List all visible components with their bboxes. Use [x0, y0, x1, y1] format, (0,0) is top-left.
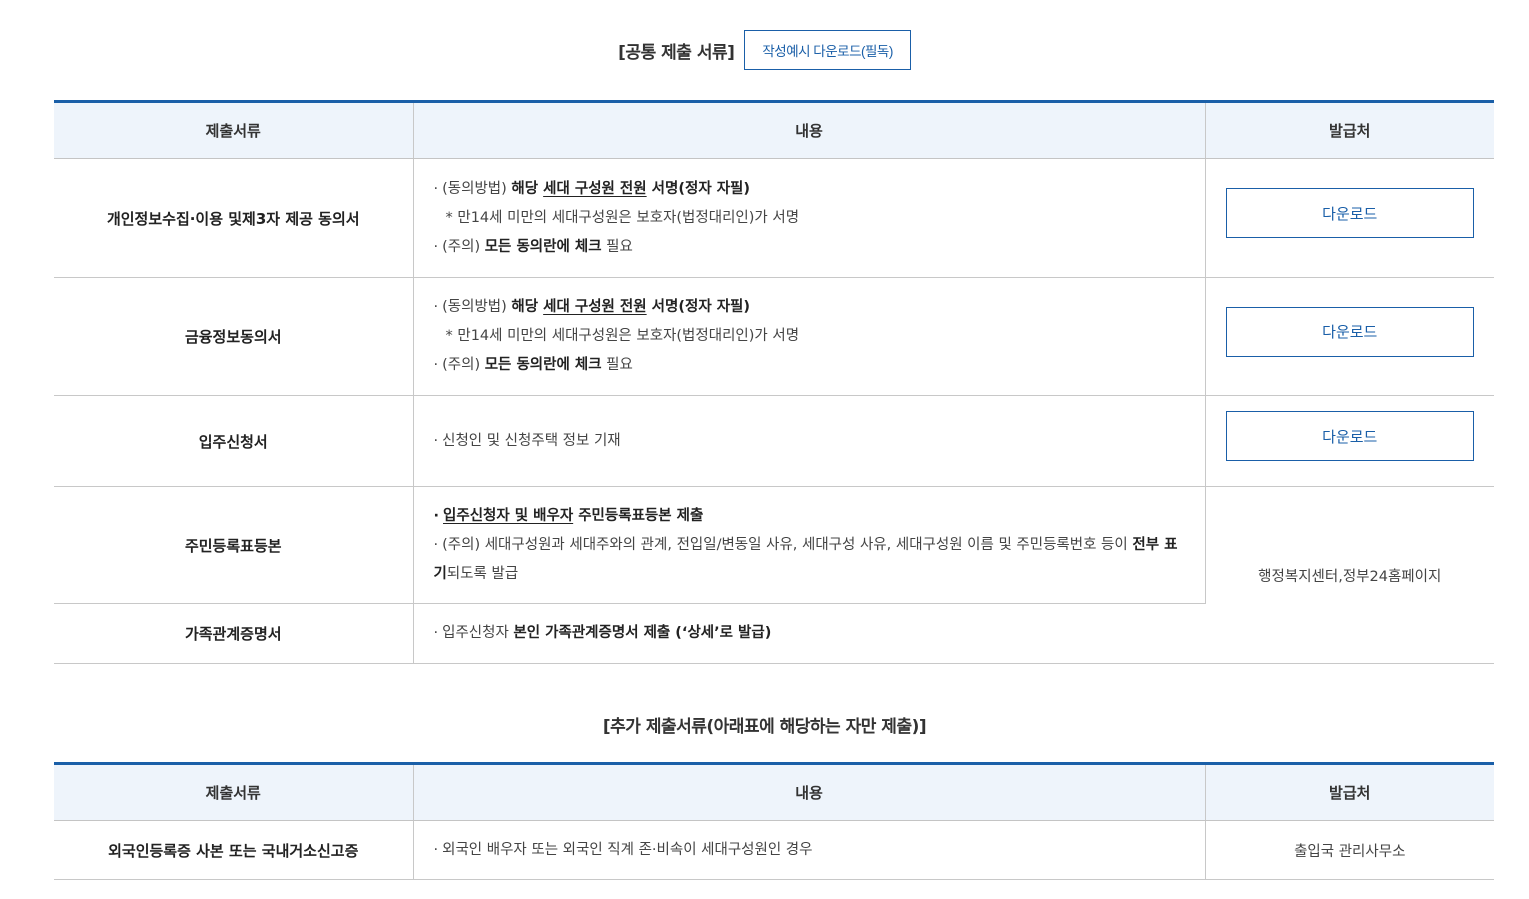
doc-name: 개인정보수집·이용 및제3자 제공 동의서	[54, 158, 414, 278]
issuer-cell: 다운로드	[1205, 395, 1494, 487]
doc-content: · 외국인 배우자 또는 외국인 직계 존·비속이 세대구성원인 경우	[413, 820, 1206, 880]
additional-docs-header: [추가 제출서류(아래표에 해당하는 자만 제출)]	[0, 712, 1529, 737]
download-button[interactable]: 다운로드	[1225, 411, 1474, 461]
doc-content: · (동의방법) 해당 세대 구성원 전원 서명(정자 자필) * 만14세 미만…	[413, 158, 1206, 278]
table-row: 입주신청서 · 신청인 및 신청주택 정보 기재 다운로드	[54, 395, 1494, 487]
table-header-row: 제출서류 내용 발급처	[54, 100, 1494, 159]
table-row: 외국인등록증 사본 또는 국내거소신고증 · 외국인 배우자 또는 외국인 직계 …	[54, 820, 1494, 880]
col-header-issuer: 발급처	[1205, 762, 1494, 821]
issuer-cell: 다운로드	[1205, 158, 1494, 278]
doc-name: 가족관계증명서	[54, 603, 414, 664]
doc-content: · 입주신청자 본인 가족관계증명서 제출 (‘상세’로 발급)	[413, 603, 1205, 664]
table-row: 금융정보동의서 · (동의방법) 해당 세대 구성원 전원 서명(정자 자필) *…	[54, 277, 1494, 396]
doc-content: · (동의방법) 해당 세대 구성원 전원 서명(정자 자필) * 만14세 미만…	[413, 277, 1206, 396]
issuer-cell: 다운로드	[1205, 277, 1494, 396]
issuer-cell: 행정복지센터,정부24홈페이지	[1205, 486, 1494, 664]
common-docs-header: [공통 제출 서류] 작성예시 다운로드(필독)	[0, 30, 1529, 70]
common-docs-table: 제출서류 내용 발급처 개인정보수집·이용 및제3자 제공 동의서 · (동의방법…	[54, 100, 1494, 664]
doc-name: 주민등록표등본	[54, 486, 414, 604]
col-header-content: 내용	[413, 762, 1206, 821]
doc-content: · 신청인 및 신청주택 정보 기재	[413, 395, 1206, 487]
additional-docs-table: 제출서류 내용 발급처 외국인등록증 사본 또는 국내거소신고증 · 외국인 배우…	[54, 762, 1494, 880]
doc-name: 금융정보동의서	[54, 277, 414, 396]
table-header-row: 제출서류 내용 발급처	[54, 762, 1494, 821]
col-header-doc: 제출서류	[54, 762, 414, 821]
download-sample-button[interactable]: 작성예시 다운로드(필독)	[744, 30, 911, 70]
common-docs-title: [공통 제출 서류]	[618, 42, 735, 63]
table-row: 주민등록표등본 · 입주신청자 및 배우자 주민등록표등본 제출 · (주의) 세대…	[54, 486, 1494, 664]
doc-name: 외국인등록증 사본 또는 국내거소신고증	[54, 820, 414, 880]
col-header-doc: 제출서류	[54, 100, 414, 159]
issuer-cell: 출입국 관리사무소	[1205, 820, 1494, 880]
download-button[interactable]: 다운로드	[1225, 188, 1474, 238]
doc-name: 입주신청서	[54, 395, 414, 487]
col-header-issuer: 발급처	[1205, 100, 1494, 159]
col-header-content: 내용	[413, 100, 1206, 159]
table-row: 개인정보수집·이용 및제3자 제공 동의서 · (동의방법) 해당 세대 구성원 …	[54, 158, 1494, 278]
doc-content: · 입주신청자 및 배우자 주민등록표등본 제출 · (주의) 세대구성원과 세대주…	[413, 486, 1206, 604]
additional-docs-title: [추가 제출서류(아래표에 해당하는 자만 제출)]	[602, 716, 927, 737]
download-button[interactable]: 다운로드	[1225, 306, 1474, 357]
